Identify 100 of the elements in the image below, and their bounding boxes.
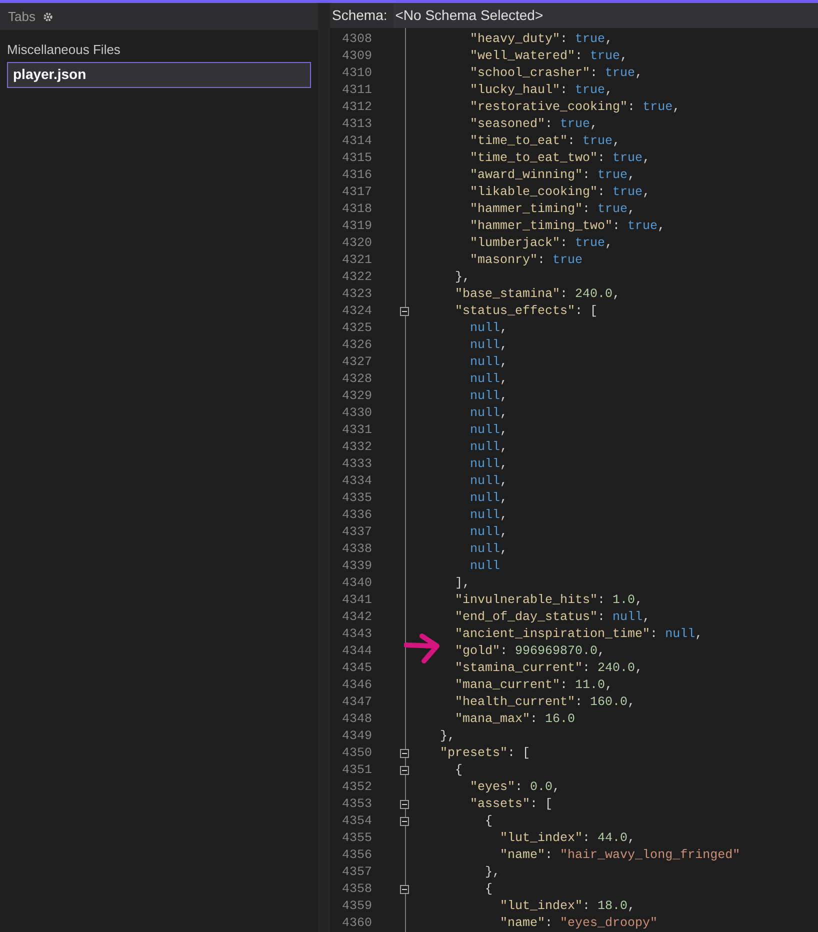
- collapse-icon[interactable]: [400, 307, 409, 316]
- code-line: "mana_current": 11.0,: [454, 677, 613, 694]
- code-line: },: [484, 864, 500, 881]
- code-line: "award_winning": true,: [469, 167, 636, 184]
- code-line: "invulnerable_hits": 1.0,: [454, 592, 643, 609]
- code-line: "lut_index": 44.0,: [499, 830, 636, 847]
- line-number: 4319: [340, 218, 372, 235]
- line-number: 4320: [340, 235, 372, 252]
- code-line: null,: [469, 473, 508, 490]
- line-number: 4340: [340, 575, 372, 592]
- code-line: {: [484, 881, 493, 898]
- panel-title: Tabs: [8, 8, 36, 26]
- code-line: "health_current": 160.0,: [454, 694, 636, 711]
- line-number: 4322: [340, 269, 372, 286]
- line-number: 4317: [340, 184, 372, 201]
- code-line: {: [484, 813, 493, 830]
- collapse-icon[interactable]: [400, 800, 409, 809]
- line-number: 4324: [340, 303, 372, 320]
- code-line: null,: [469, 337, 508, 354]
- schema-dropdown[interactable]: <No Schema Selected>: [393, 3, 818, 28]
- code-line: "assets": [: [469, 796, 553, 813]
- code-line: },: [439, 728, 456, 745]
- line-number: 4339: [340, 558, 372, 575]
- line-number: 4336: [340, 507, 372, 524]
- line-number: 4348: [340, 711, 372, 728]
- line-number: 4313: [340, 116, 372, 133]
- code-line: null,: [469, 507, 508, 524]
- line-number: 4357: [340, 864, 372, 881]
- code-line: null,: [469, 439, 508, 456]
- line-number: 4358: [340, 881, 372, 898]
- code-line: "likable_cooking": true,: [469, 184, 650, 201]
- line-number: 4356: [340, 847, 372, 864]
- line-number: 4311: [340, 82, 372, 99]
- line-number: 4359: [340, 898, 372, 915]
- line-number: 4338: [340, 541, 372, 558]
- code-line: "seasoned": true,: [469, 116, 598, 133]
- line-number: 4329: [340, 388, 372, 405]
- code-line: "masonry": true: [469, 252, 583, 269]
- line-number: 4334: [340, 473, 372, 490]
- line-number: 4321: [340, 252, 372, 269]
- code-line: null,: [469, 371, 508, 388]
- line-number: 4337: [340, 524, 372, 541]
- line-number: 4346: [340, 677, 372, 694]
- code-line: "end_of_day_status": null,: [454, 609, 650, 626]
- code-line: "eyes": 0.0,: [469, 779, 560, 796]
- line-number: 4314: [340, 133, 372, 150]
- line-number: 4360: [340, 915, 372, 932]
- line-number: 4318: [340, 201, 372, 218]
- group-label: Miscellaneous Files: [7, 41, 122, 59]
- line-number: 4308: [340, 31, 372, 48]
- line-number: 4309: [340, 48, 372, 65]
- code-line: null,: [469, 456, 508, 473]
- line-number: 4316: [340, 167, 372, 184]
- line-number: 4354: [340, 813, 372, 830]
- line-number: 4325: [340, 320, 372, 337]
- line-number: 4310: [340, 65, 372, 82]
- line-number: 4323: [340, 286, 372, 303]
- line-number: 4352: [340, 779, 372, 796]
- line-number: 4326: [340, 337, 372, 354]
- line-number: 4327: [340, 354, 372, 371]
- code-line: null,: [469, 541, 508, 558]
- code-line: "name": "eyes_droopy": [499, 915, 658, 932]
- code-line: "heavy_duty": true,: [469, 31, 613, 48]
- code-line: "base_stamina": 240.0,: [454, 286, 620, 303]
- line-number: 4351: [340, 762, 372, 779]
- line-number: 4345: [340, 660, 372, 677]
- collapse-icon[interactable]: [400, 885, 409, 894]
- line-number: 4350: [340, 745, 372, 762]
- code-line: "lut_index": 18.0,: [499, 898, 636, 915]
- code-line: "stamina_current": 240.0,: [454, 660, 643, 677]
- code-line: "ancient_inspiration_time": null,: [454, 626, 703, 643]
- line-number: 4355: [340, 830, 372, 847]
- line-number: 4342: [340, 609, 372, 626]
- code-line: "restorative_cooking": true,: [469, 99, 680, 116]
- code-line: "hammer_timing": true,: [469, 201, 636, 218]
- schema-label: Schema:: [331, 6, 388, 25]
- code-line: null,: [469, 405, 508, 422]
- code-line: "presets": [: [439, 745, 530, 762]
- collapse-icon[interactable]: [400, 817, 409, 826]
- code-line: "name": "hair_wavy_long_fringed": [499, 847, 740, 864]
- code-line: null,: [469, 320, 508, 337]
- collapse-icon[interactable]: [400, 766, 409, 775]
- line-number: 4343: [340, 626, 372, 643]
- file-item[interactable]: player.json: [7, 62, 311, 88]
- gear-icon[interactable]: [43, 12, 54, 22]
- code-line: "lumberjack": true,: [469, 235, 613, 252]
- line-number: 4335: [340, 490, 372, 507]
- code-line: "well_watered": true,: [469, 48, 628, 65]
- code-line: null: [469, 558, 500, 575]
- line-number: 4344: [340, 643, 372, 660]
- code-line: "time_to_eat_two": true,: [469, 150, 650, 167]
- code-line: },: [454, 269, 470, 286]
- line-number: 4330: [340, 405, 372, 422]
- line-number: 4341: [340, 592, 372, 609]
- arrow-drawing: [404, 633, 442, 665]
- line-number: 4331: [340, 422, 372, 439]
- line-number: 4349: [340, 728, 372, 745]
- collapse-icon[interactable]: [400, 749, 409, 758]
- line-number: 4332: [340, 439, 372, 456]
- line-number: 4328: [340, 371, 372, 388]
